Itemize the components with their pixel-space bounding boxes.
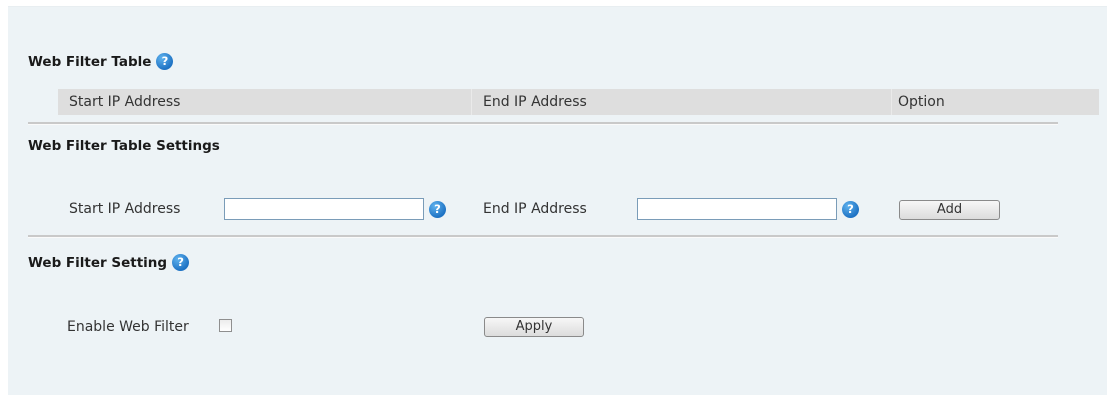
enable-web-filter-label: Enable Web Filter bbox=[67, 319, 189, 335]
column-divider bbox=[891, 89, 892, 115]
web-filter-setting-title-text: Web Filter Setting bbox=[28, 254, 168, 271]
column-header-option: Option bbox=[898, 94, 945, 110]
enable-web-filter-checkbox[interactable] bbox=[219, 319, 232, 332]
web-filter-panel: Web Filter Table ? Start IP Address End … bbox=[8, 6, 1107, 395]
end-ip-label: End IP Address bbox=[483, 201, 587, 217]
web-filter-table-title-text: Web Filter Table bbox=[28, 53, 152, 70]
start-ip-input[interactable] bbox=[224, 198, 424, 220]
web-filter-table-title: Web Filter Table ? bbox=[28, 53, 174, 70]
help-icon[interactable]: ? bbox=[429, 201, 446, 218]
web-filter-setting-title: Web Filter Setting ? bbox=[28, 254, 190, 271]
section-divider bbox=[28, 235, 1058, 238]
end-ip-input[interactable] bbox=[637, 198, 837, 220]
add-button[interactable]: Add bbox=[899, 200, 1000, 220]
column-header-end-ip: End IP Address bbox=[483, 94, 587, 110]
web-filter-table-settings-title: Web Filter Table Settings bbox=[28, 138, 220, 154]
apply-button[interactable]: Apply bbox=[484, 317, 584, 337]
web-filter-table-settings-title-text: Web Filter Table Settings bbox=[28, 138, 220, 154]
web-filter-table-header: Start IP Address End IP Address Option bbox=[58, 89, 1099, 115]
column-divider bbox=[471, 89, 472, 115]
help-icon[interactable]: ? bbox=[842, 201, 859, 218]
section-divider bbox=[28, 122, 1058, 125]
help-icon[interactable]: ? bbox=[172, 254, 190, 271]
start-ip-label: Start IP Address bbox=[69, 201, 181, 217]
help-icon[interactable]: ? bbox=[156, 53, 174, 70]
column-header-start-ip: Start IP Address bbox=[69, 94, 181, 110]
